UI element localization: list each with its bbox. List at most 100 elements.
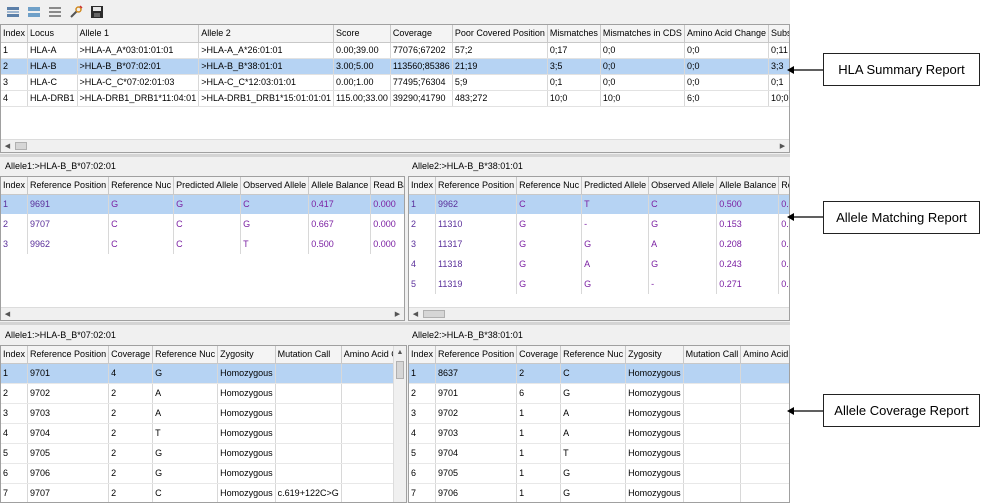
column-header[interactable]: Reference Nuc bbox=[516, 177, 583, 195]
coverage-right-title: Allele2:>HLA-B_B*38:01:01 bbox=[412, 330, 523, 340]
collapse-rows-icon[interactable] bbox=[25, 3, 43, 21]
summary-row[interactable]: 4 HLA-DRB1 >HLA-DRB1_DRB1*11:04:01 >HLA-DRB… bbox=[1, 90, 789, 107]
column-header[interactable]: Reference Nuc bbox=[152, 346, 219, 364]
column-header[interactable]: Amino Acid Change bbox=[684, 25, 770, 43]
column-header[interactable]: Zygosity bbox=[217, 346, 276, 364]
scroll-up-icon[interactable]: ▲ bbox=[394, 346, 406, 359]
matching-right-horizontal-scrollbar[interactable]: ◀ bbox=[409, 307, 789, 320]
summary-row[interactable]: 2 HLA-B >HLA-B_B*07:02:01 >HLA-B_B*38:01:01… bbox=[1, 58, 789, 75]
expand-rows-icon[interactable] bbox=[4, 3, 22, 21]
column-header[interactable]: Poor Covered Position bbox=[452, 25, 548, 43]
table-cell: - bbox=[581, 214, 650, 234]
scroll-thumb[interactable] bbox=[423, 310, 445, 318]
matching-row[interactable]: 19962CTC0.5000.000 bbox=[409, 194, 789, 214]
table-cell: T bbox=[560, 443, 627, 464]
list-view-icon[interactable] bbox=[46, 3, 64, 21]
coverage-row[interactable]: 3 9703 2 A Homozygous bbox=[1, 403, 406, 424]
column-header[interactable]: Zygosity bbox=[625, 346, 684, 364]
summary-row[interactable]: 3 HLA-C >HLA-C_C*07:02:01:03 >HLA-C_C*12:03… bbox=[1, 74, 789, 91]
column-header[interactable]: Observed Allele bbox=[240, 177, 310, 195]
scroll-left-icon[interactable]: ◀ bbox=[409, 308, 422, 320]
horizontal-splitter[interactable] bbox=[0, 154, 790, 157]
coverage-row[interactable]: 1 9701 4 G Homozygous bbox=[1, 363, 406, 384]
column-header[interactable]: Score bbox=[333, 25, 391, 43]
column-header[interactable]: Reference Nuc bbox=[560, 346, 627, 364]
column-header[interactable]: Substitutions bbox=[768, 25, 789, 43]
column-header[interactable]: Mismatches bbox=[547, 25, 601, 43]
column-header[interactable]: Read Ba bbox=[778, 177, 789, 195]
column-header[interactable]: Index bbox=[409, 346, 437, 364]
table-cell: HLA-B bbox=[27, 58, 78, 75]
column-header[interactable]: Reference Position bbox=[27, 346, 110, 364]
scroll-left-icon[interactable]: ◀ bbox=[1, 308, 14, 320]
column-header[interactable]: Amino Acid Change bbox=[740, 346, 789, 364]
coverage-row[interactable]: 2 9701 6 G Homozygous bbox=[409, 383, 789, 404]
matching-row[interactable]: 2 9707 C C G 0.667 0.000 bbox=[1, 214, 404, 234]
table-cell: G bbox=[516, 254, 583, 274]
coverage-row[interactable]: 5 9705 2 G Homozygous bbox=[1, 443, 406, 464]
column-header[interactable]: Allele Balance bbox=[308, 177, 372, 195]
scroll-left-icon[interactable]: ◀ bbox=[1, 140, 14, 152]
column-header[interactable]: Mutation Call bbox=[683, 346, 742, 364]
table-cell: 8637 bbox=[435, 363, 518, 384]
column-header[interactable]: Allele Balance bbox=[716, 177, 780, 195]
column-header[interactable]: Index bbox=[1, 346, 29, 364]
column-header[interactable]: Mutation Call bbox=[275, 346, 342, 364]
column-header[interactable]: Predicted Allele bbox=[581, 177, 650, 195]
column-header[interactable]: Coverage bbox=[390, 25, 453, 43]
column-header[interactable]: Index bbox=[409, 177, 437, 195]
table-cell: 9704 bbox=[27, 423, 110, 444]
table-cell: 2 bbox=[409, 383, 437, 404]
scroll-thumb[interactable] bbox=[15, 142, 27, 150]
table-cell: 1 bbox=[1, 42, 29, 59]
coverage-row[interactable]: 6 9705 1 G Homozygous bbox=[409, 463, 789, 484]
coverage-row[interactable]: 7 9706 1 G Homozygous bbox=[409, 483, 789, 502]
table-cell: 6 bbox=[1, 463, 29, 484]
column-header[interactable]: Reference Position bbox=[435, 346, 518, 364]
column-header[interactable]: Read Balance bbox=[370, 177, 404, 195]
column-header[interactable]: Mismatches in CDS bbox=[600, 25, 685, 43]
matching-row[interactable]: 1 9691 G G C 0.417 0.000 bbox=[1, 194, 404, 214]
coverage-row[interactable]: 7 9707 2 C Homozygous c.619+122C>G bbox=[1, 483, 406, 502]
scroll-right-icon[interactable]: ▶ bbox=[391, 308, 404, 320]
matching-row[interactable]: 211310G-G0.1530.000 bbox=[409, 214, 789, 234]
column-header[interactable]: Allele 1 bbox=[77, 25, 200, 43]
column-header[interactable]: Index bbox=[1, 177, 29, 195]
coverage-row[interactable]: 3 9702 1 A Homozygous bbox=[409, 403, 789, 424]
coverage-row[interactable]: 2 9702 2 A Homozygous bbox=[1, 383, 406, 404]
column-header[interactable]: Reference Position bbox=[27, 177, 110, 195]
matching-row[interactable]: 311317GGA0.2080.000 bbox=[409, 234, 789, 254]
matching-row[interactable]: 3 9962 C C T 0.500 0.000 bbox=[1, 234, 404, 254]
coverage-row[interactable]: 4 9704 2 T Homozygous bbox=[1, 423, 406, 444]
tools-icon[interactable] bbox=[67, 3, 85, 21]
column-header[interactable]: Reference Nuc bbox=[108, 177, 175, 195]
coverage-row[interactable]: 5 9704 1 T Homozygous bbox=[409, 443, 789, 464]
horizontal-splitter[interactable] bbox=[0, 322, 790, 325]
matching-left-horizontal-scrollbar[interactable]: ◀ ▶ bbox=[1, 307, 404, 320]
column-header[interactable]: Index bbox=[1, 25, 29, 43]
column-header[interactable]: Predicted Allele bbox=[173, 177, 242, 195]
coverage-row[interactable]: 1 8637 2 C Homozygous bbox=[409, 363, 789, 384]
summary-row[interactable]: 1 HLA-A >HLA-A_A*03:01:01:01 >HLA-A_A*26:01… bbox=[1, 42, 789, 59]
table-cell: G bbox=[516, 234, 583, 254]
column-header[interactable]: Allele 2 bbox=[198, 25, 335, 43]
matching-row[interactable]: 511319GG-0.2710.000 bbox=[409, 274, 789, 294]
column-header[interactable]: Locus bbox=[27, 25, 78, 43]
matching-row[interactable]: 411318GAG0.2430.000 bbox=[409, 254, 789, 274]
scroll-thumb[interactable] bbox=[396, 361, 404, 379]
table-cell: 0.000 bbox=[778, 234, 789, 254]
coverage-row[interactable]: 6 9706 2 G Homozygous bbox=[1, 463, 406, 484]
table-cell: 5;9 bbox=[452, 74, 548, 91]
column-header[interactable]: Reference Position bbox=[435, 177, 518, 195]
coverage-left-vertical-scrollbar[interactable]: ▲ bbox=[393, 346, 406, 502]
summary-horizontal-scrollbar[interactable]: ◀ ▶ bbox=[1, 139, 789, 152]
column-header[interactable]: Observed Allele bbox=[648, 177, 718, 195]
table-cell: 21;19 bbox=[452, 58, 548, 75]
coverage-row[interactable]: 4 9703 1 A Homozygous bbox=[409, 423, 789, 444]
scroll-right-icon[interactable]: ▶ bbox=[776, 140, 789, 152]
table-cell: 6 bbox=[409, 463, 437, 484]
save-icon[interactable] bbox=[88, 3, 106, 21]
column-header[interactable]: Coverage bbox=[108, 346, 154, 364]
column-header[interactable]: Coverage bbox=[516, 346, 562, 364]
table-cell: A bbox=[560, 403, 627, 424]
